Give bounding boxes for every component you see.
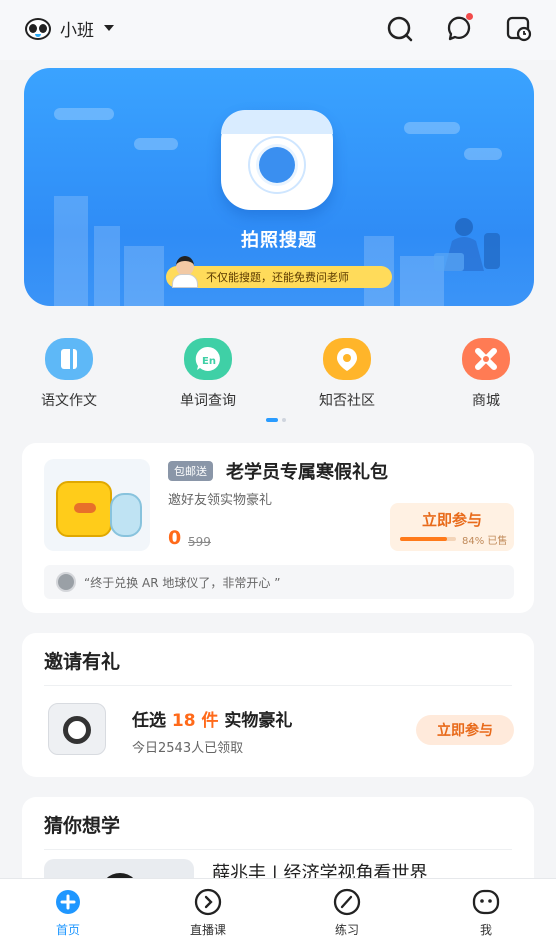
grade-label: 小班: [60, 20, 94, 41]
tab-label: 首页: [55, 923, 80, 937]
page-indicator: [266, 418, 288, 422]
promo-original-price: 599: [188, 535, 211, 549]
testimonial-text: “终于兑换 AR 地球仪了，非常开心 ”: [84, 575, 281, 590]
avatar: [56, 572, 76, 592]
promo-card[interactable]: 包邮送 老学员专属寒假礼包 邀好友领实物豪礼 0 599 立即参与 84% 已售…: [22, 443, 534, 613]
promo-price: 0: [168, 527, 182, 549]
testimonial-row: “终于兑换 AR 地球仪了，非常开心 ”: [44, 565, 514, 599]
message-icon[interactable]: [443, 13, 475, 45]
panda-logo-icon: [24, 15, 52, 41]
invite-join-button[interactable]: 立即参与: [416, 715, 514, 745]
promo-title: 老学员专属寒假礼包: [226, 462, 388, 483]
grade-selector[interactable]: 小班: [20, 10, 128, 46]
chevron-down-icon: [104, 25, 114, 31]
tab-profile[interactable]: 我: [446, 887, 526, 938]
svg-text:En: En: [202, 356, 216, 367]
invite-highlight: 18 件: [171, 711, 219, 731]
live-class-icon: [193, 887, 223, 917]
notification-dot: [466, 13, 473, 20]
camera-icon: [221, 110, 333, 210]
quick-entry-label: 语文作文: [41, 393, 97, 409]
guess-section-title: 猜你想学: [44, 815, 121, 837]
quick-entry-community[interactable]: 知否社区: [292, 338, 402, 410]
quick-entry-label: 单词查询: [180, 393, 236, 409]
divider: [44, 685, 512, 686]
word-lookup-icon: En: [184, 338, 232, 380]
invite-section-title: 邀请有礼: [44, 651, 121, 673]
composition-icon: [45, 338, 93, 380]
quick-entry-label: 知否社区: [319, 393, 375, 409]
community-icon: [323, 338, 371, 380]
luggage-product-image: [44, 459, 150, 551]
divider: [44, 849, 512, 850]
quick-entry-word-lookup[interactable]: En 单词查询: [153, 338, 263, 410]
promo-join-button[interactable]: 立即参与 84% 已售: [390, 503, 514, 551]
invite-card: 邀请有礼 任选 18 件 实物豪礼 今日2543人已领取 立即参与: [22, 633, 534, 777]
sold-progress-bar: [400, 537, 456, 541]
reader-illustration: [434, 218, 500, 271]
quick-entry-mall[interactable]: 商城: [431, 338, 541, 410]
invite-subtitle: 今日2543人已领取: [132, 741, 244, 756]
tab-live-class[interactable]: 直播课: [168, 887, 248, 938]
sold-text: 84% 已售: [462, 536, 508, 547]
bottom-tab-bar: 首页 直播课 练习 我: [0, 878, 556, 943]
home-icon: [53, 887, 83, 917]
promo-subtitle: 邀好友领实物豪礼: [168, 493, 273, 508]
promo-join-label: 立即参与: [421, 511, 482, 529]
photo-search-banner[interactable]: 拍照搜题 不仅能搜题，还能免费问老师: [24, 68, 534, 306]
tab-label: 我: [479, 923, 492, 937]
practice-icon: [332, 887, 362, 917]
invite-item-title: 任选 18 件 实物豪礼: [132, 711, 293, 731]
quick-entry-label: 商城: [472, 393, 500, 409]
clock-icon[interactable]: [503, 13, 535, 45]
tab-label: 练习: [334, 923, 359, 937]
quick-entry-row: 语文作文 En 单词查询 知否社区 商城: [0, 330, 556, 430]
tab-home[interactable]: 首页: [28, 887, 108, 938]
mall-icon: [462, 338, 510, 380]
quick-entry-composition[interactable]: 语文作文: [14, 338, 124, 410]
search-icon[interactable]: [384, 13, 416, 45]
printer-product-image: [48, 703, 106, 755]
teacher-avatar: [170, 256, 200, 288]
free-shipping-badge: 包邮送: [168, 461, 213, 481]
top-header: 小班: [0, 0, 556, 60]
profile-icon: [471, 887, 501, 917]
tab-label: 直播课: [189, 923, 226, 937]
tab-practice[interactable]: 练习: [307, 887, 387, 938]
